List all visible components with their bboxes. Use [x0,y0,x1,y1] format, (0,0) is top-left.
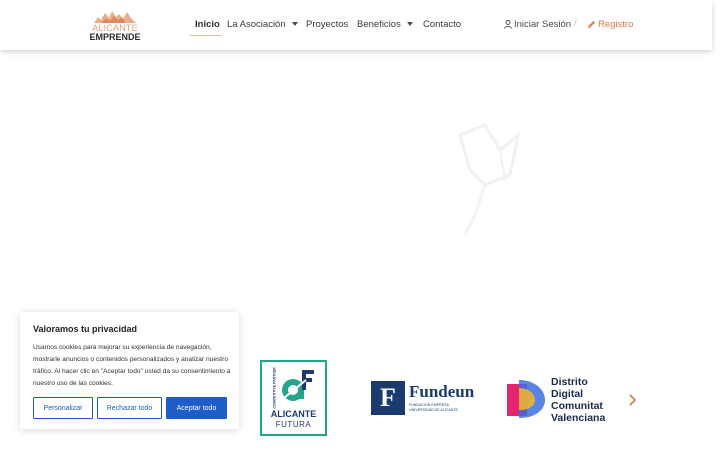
hero-illustration [458,123,521,236]
nav-la-asociacion[interactable]: La Asociación [227,19,298,30]
nav-inicio[interactable]: Inicio [195,19,220,30]
login-link[interactable]: Iniciar Sesión [504,19,571,30]
distrito-name: Distrito Digital Comunitat Valenciana [551,376,605,424]
fundeun-subtitle: FUNDACIÓN EMPRESA UNIVERSIDAD DE ALICANT… [409,403,481,412]
distrito-line4: Valenciana [551,412,606,424]
caret-down-icon [406,22,413,27]
accept-all-button[interactable]: Aceptar todo [166,397,227,419]
caret-down-icon [291,22,298,27]
register-label: Registro [598,19,634,30]
register-link[interactable]: Registro [587,19,633,30]
chevron-right-icon[interactable] [628,393,638,407]
nav-la-asociacion-label: La Asociación [227,19,286,30]
partner-logo-distrito-digital[interactable]: Distrito Digital Comunitat Valenciana [505,376,620,424]
site-header: ALICANTE EMPRENDE Inicio La Asociación P… [0,0,712,50]
af-badge: COMPETITIVE PARTNER [272,367,277,409]
af-name-line2: FUTURA [275,420,312,429]
fundeun-subtitle-line2: UNIVERSIDAD DE ALICANTE [409,407,458,412]
reject-all-button[interactable]: Rechazar todo [97,397,162,419]
login-label: Iniciar Sesión [514,19,572,30]
nav-active-underline [190,35,222,36]
site-logo[interactable]: ALICANTE EMPRENDE [88,8,142,42]
nav-contacto[interactable]: Contacto [423,19,461,30]
distrito-mark-icon [507,380,545,418]
nav-proyectos[interactable]: Proyectos [306,19,348,30]
user-icon [504,20,512,29]
partner-logo-fundeun[interactable]: F Fundeun FUNDACIÓN EMPRESA UNIVERSIDAD … [371,381,481,415]
fundeun-mark: F [371,381,405,415]
skyline-icon [94,11,136,23]
fundeun-name: Fundeun [409,382,475,401]
nav-beneficios-label: Beneficios [357,19,401,30]
auth-separator: / [574,18,577,29]
nav-beneficios[interactable]: Beneficios [357,19,413,30]
af-monogram-icon [282,370,314,401]
distrito-line2: Digital [551,388,584,400]
logo-text-emprende: EMPRENDE [89,32,141,42]
distrito-line3: Comunitat [551,400,603,412]
customize-button[interactable]: Personalizar [33,397,93,419]
cookie-banner: Valoramos tu privacidad Usamos cookies p… [20,312,239,429]
distrito-line1: Distrito [551,376,588,388]
partner-logo-alicante-futura[interactable]: COMPETITIVE PARTNER ALICANTE FUTURA [260,360,327,436]
pencil-icon [588,21,595,28]
cookie-title: Valoramos tu privacidad [33,324,138,334]
af-name-line1: ALICANTE [270,409,317,419]
cookie-text: Usamos cookies para mejorar su experienc… [33,344,231,387]
